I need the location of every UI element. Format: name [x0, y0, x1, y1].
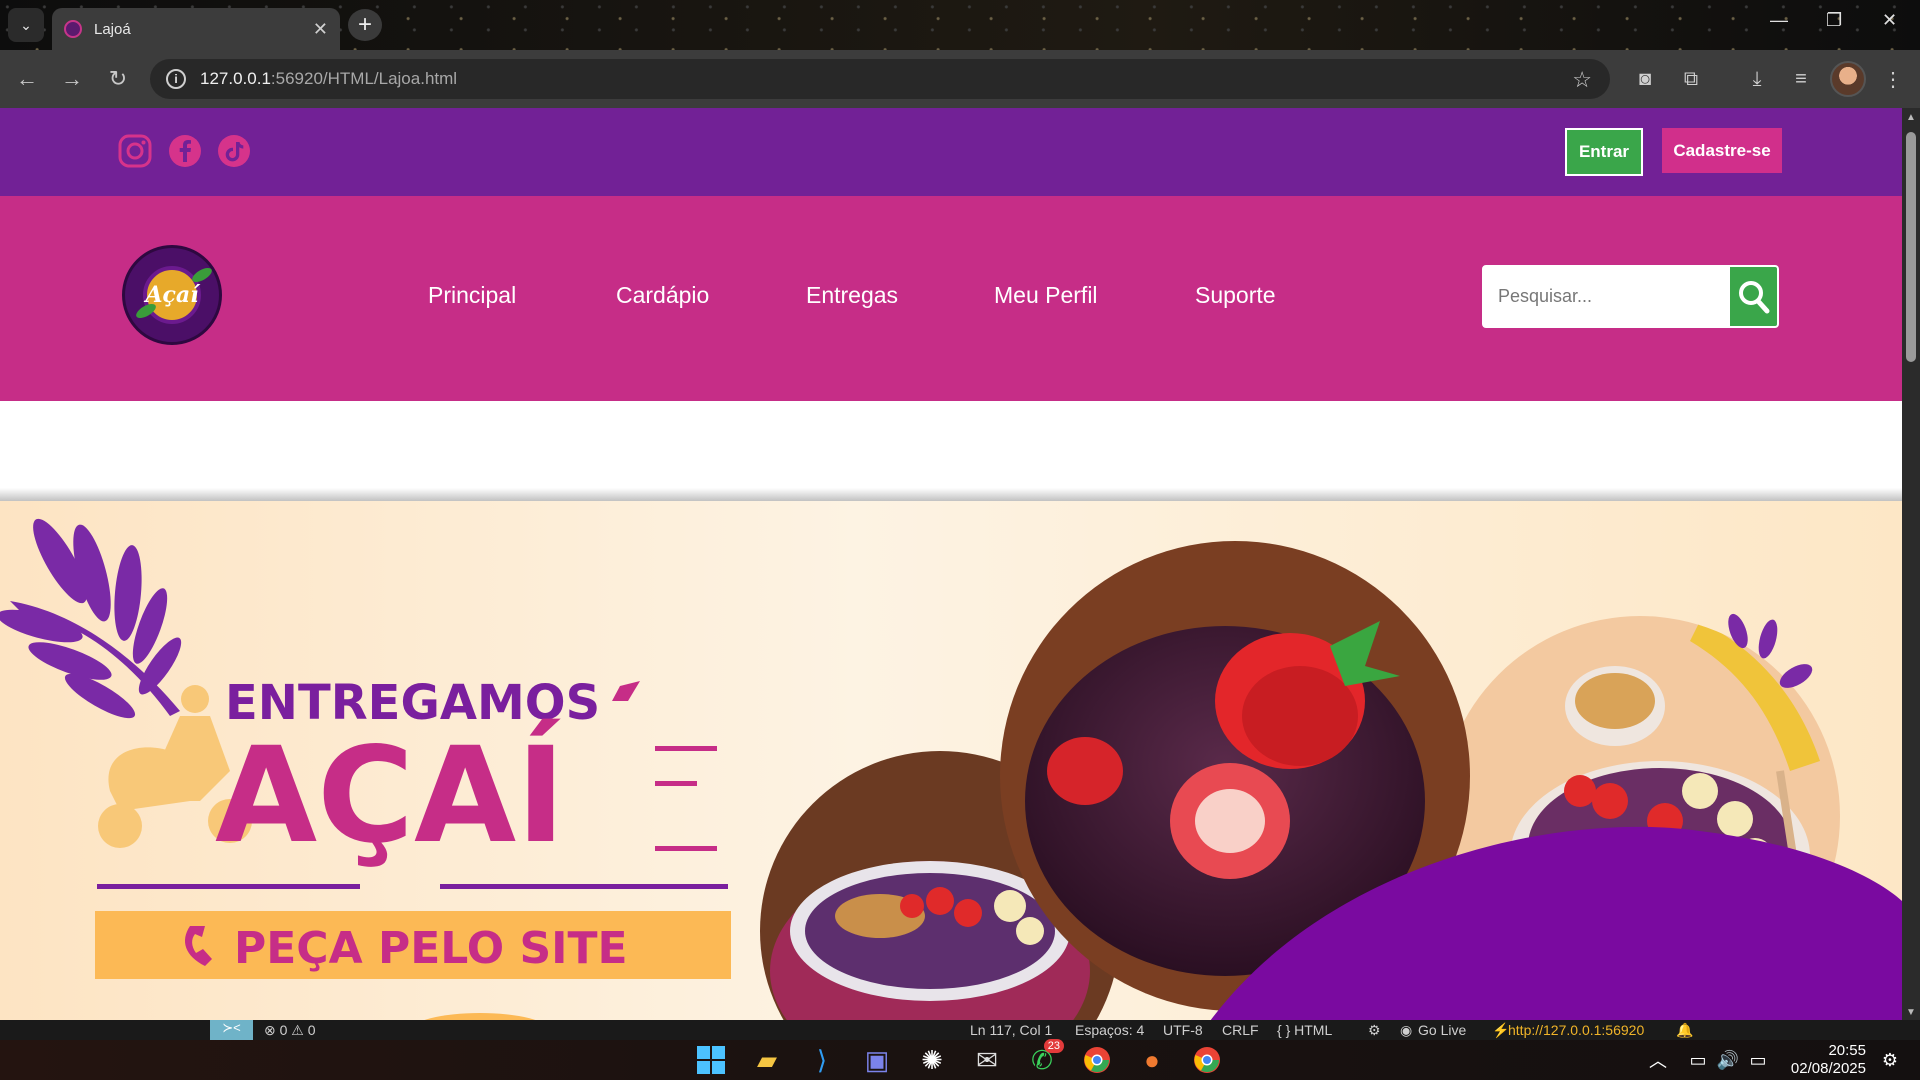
download-icon[interactable]: ⤓	[1742, 64, 1772, 94]
palm-leaf-icon	[0, 518, 182, 719]
problems-count[interactable]: ⊗ 0 ⚠ 0	[264, 1022, 316, 1039]
main-navigation: Açaí Principal Cardápio Entregas Meu Per…	[0, 196, 1902, 401]
nav-suporte[interactable]: Suporte	[1195, 282, 1276, 309]
close-tab-icon[interactable]: ✕	[313, 19, 328, 40]
login-button[interactable]: Entrar	[1565, 128, 1643, 176]
nav-cardapio[interactable]: Cardápio	[616, 282, 709, 309]
headline-big: AÇAÍ	[215, 718, 565, 873]
firefox-icon[interactable]: ●	[1134, 1042, 1170, 1078]
section-divider	[0, 488, 1902, 502]
copilot-icon[interactable]: ⚙	[1368, 1022, 1381, 1039]
notification-bell-icon[interactable]: 🔔	[1676, 1022, 1693, 1039]
forward-icon[interactable]: →	[57, 64, 87, 94]
top-bar: Entrar Cadastre-se	[0, 108, 1902, 196]
bookmark-star-icon[interactable]: ☆	[1572, 67, 1592, 93]
url-path: :56920/HTML/Lajoa.html	[270, 69, 458, 88]
signup-button[interactable]: Cadastre-se	[1662, 128, 1782, 173]
banner-artwork: ENTREGAMOS AÇAÍ PEÇA PELO SITE	[0, 518, 1902, 1020]
search-input[interactable]	[1484, 267, 1730, 326]
system-clock[interactable]: 20:55 02/08/2025	[1791, 1042, 1866, 1078]
incognito-icon[interactable]: ◙	[1630, 64, 1660, 94]
cursor-position[interactable]: Ln 117, Col 1	[970, 1022, 1052, 1038]
go-live-button[interactable]: Go Live	[1418, 1022, 1466, 1038]
search-box	[1482, 265, 1779, 328]
scroll-thumb[interactable]	[1906, 132, 1916, 362]
indentation[interactable]: Espaços: 4	[1075, 1022, 1144, 1038]
site-logo[interactable]: Açaí	[122, 245, 222, 345]
remote-icon[interactable]: ≻<	[210, 1020, 253, 1040]
site-info-icon[interactable]: i	[166, 69, 186, 89]
tab-title: Lajoá	[94, 20, 131, 38]
back-icon[interactable]: ←	[12, 64, 42, 94]
nav-meu-perfil[interactable]: Meu Perfil	[994, 282, 1098, 309]
broadcast-icon: ◉	[1400, 1022, 1413, 1038]
search-button[interactable]	[1730, 267, 1777, 326]
line-ending[interactable]: CRLF	[1222, 1022, 1259, 1038]
language-mode[interactable]: { } HTML	[1277, 1022, 1332, 1038]
page-scrollbar[interactable]: ▲ ▼	[1902, 108, 1920, 1020]
scroll-down-icon[interactable]: ▼	[1905, 1007, 1917, 1018]
notifications-icon[interactable]: ⚙	[1872, 1042, 1908, 1078]
windows-start-icon[interactable]	[693, 1042, 729, 1078]
taskbar: ▰ ⟩ ▣ ✺ ✉ ✆ 23 ● ︿ ▭ 🔊 ▭ 20:55 02/08/202…	[0, 1039, 1920, 1080]
scroll-up-icon[interactable]: ▲	[1905, 112, 1917, 123]
page-viewport: Entrar Cadastre-se Açaí Principal Cardáp…	[0, 108, 1902, 1020]
new-tab-button[interactable]: +	[348, 9, 382, 41]
clock-time: 20:55	[1828, 1042, 1866, 1059]
battery-icon[interactable]: ▭	[1740, 1042, 1776, 1078]
editor-status-bar: ≻< ⊗ 0 ⚠ 0 Ln 117, Col 1 Espaços: 4 UTF-…	[0, 1020, 1920, 1040]
nav-principal[interactable]: Principal	[428, 282, 516, 309]
instagram-icon[interactable]	[117, 133, 153, 169]
whatsapp-icon[interactable]: ✆ 23	[1024, 1039, 1064, 1078]
tray-expand-icon[interactable]: ︿	[1640, 1042, 1676, 1078]
restore-icon[interactable]: ❐	[1826, 10, 1842, 31]
live-server-url[interactable]: http://127.0.0.1:56920	[1508, 1022, 1644, 1038]
close-window-icon[interactable]: ✕	[1882, 10, 1897, 31]
menu-icon[interactable]: ⋮	[1878, 64, 1908, 94]
reload-icon[interactable]: ↻	[103, 64, 133, 94]
chatgpt-icon[interactable]: ✺	[914, 1042, 950, 1078]
url-host: 127.0.0.1	[200, 69, 271, 88]
browser-tabbar: ⌄ Lajoá ✕ + — ❐ ✕	[0, 0, 1920, 50]
chrome-profile-icon[interactable]	[1189, 1042, 1225, 1078]
vscode-icon[interactable]: ⟩	[804, 1042, 840, 1078]
file-explorer-icon[interactable]: ▰	[749, 1042, 785, 1078]
mail-icon[interactable]: ✉	[969, 1042, 1005, 1078]
chrome-icon[interactable]	[1079, 1042, 1115, 1078]
address-bar[interactable]: i 127.0.0.1:56920/HTML/Lajoa.html ☆	[150, 59, 1610, 99]
encoding[interactable]: UTF-8	[1163, 1022, 1203, 1038]
browser-tab[interactable]: Lajoá ✕	[52, 8, 340, 50]
profile-avatar[interactable]	[1830, 61, 1866, 97]
teams-icon[interactable]: ▣	[859, 1042, 895, 1078]
nav-entregas[interactable]: Entregas	[806, 282, 898, 309]
hero-banner: ENTREGAMOS AÇAÍ PEÇA PELO SITE	[0, 501, 1902, 1020]
tiktok-icon[interactable]	[216, 133, 252, 169]
logo-text: Açaí	[143, 266, 201, 324]
favicon-icon	[64, 20, 82, 38]
minimize-icon[interactable]: —	[1770, 10, 1788, 31]
extensions-icon[interactable]: ⧉	[1676, 64, 1706, 94]
media-control-icon[interactable]: ≡	[1786, 64, 1816, 94]
leaf-decoration	[189, 265, 215, 285]
cta-text: PEÇA PELO SITE	[234, 923, 628, 974]
browser-toolbar: ← → ↻ i 127.0.0.1:56920/HTML/Lajoa.html …	[0, 50, 1920, 108]
lightning-icon: ⚡	[1492, 1022, 1510, 1038]
tab-search-button[interactable]: ⌄	[8, 8, 44, 42]
search-icon	[1738, 280, 1769, 313]
facebook-icon[interactable]	[167, 133, 203, 169]
whatsapp-badge: 23	[1043, 1039, 1064, 1053]
clock-date: 02/08/2025	[1790, 1060, 1866, 1077]
